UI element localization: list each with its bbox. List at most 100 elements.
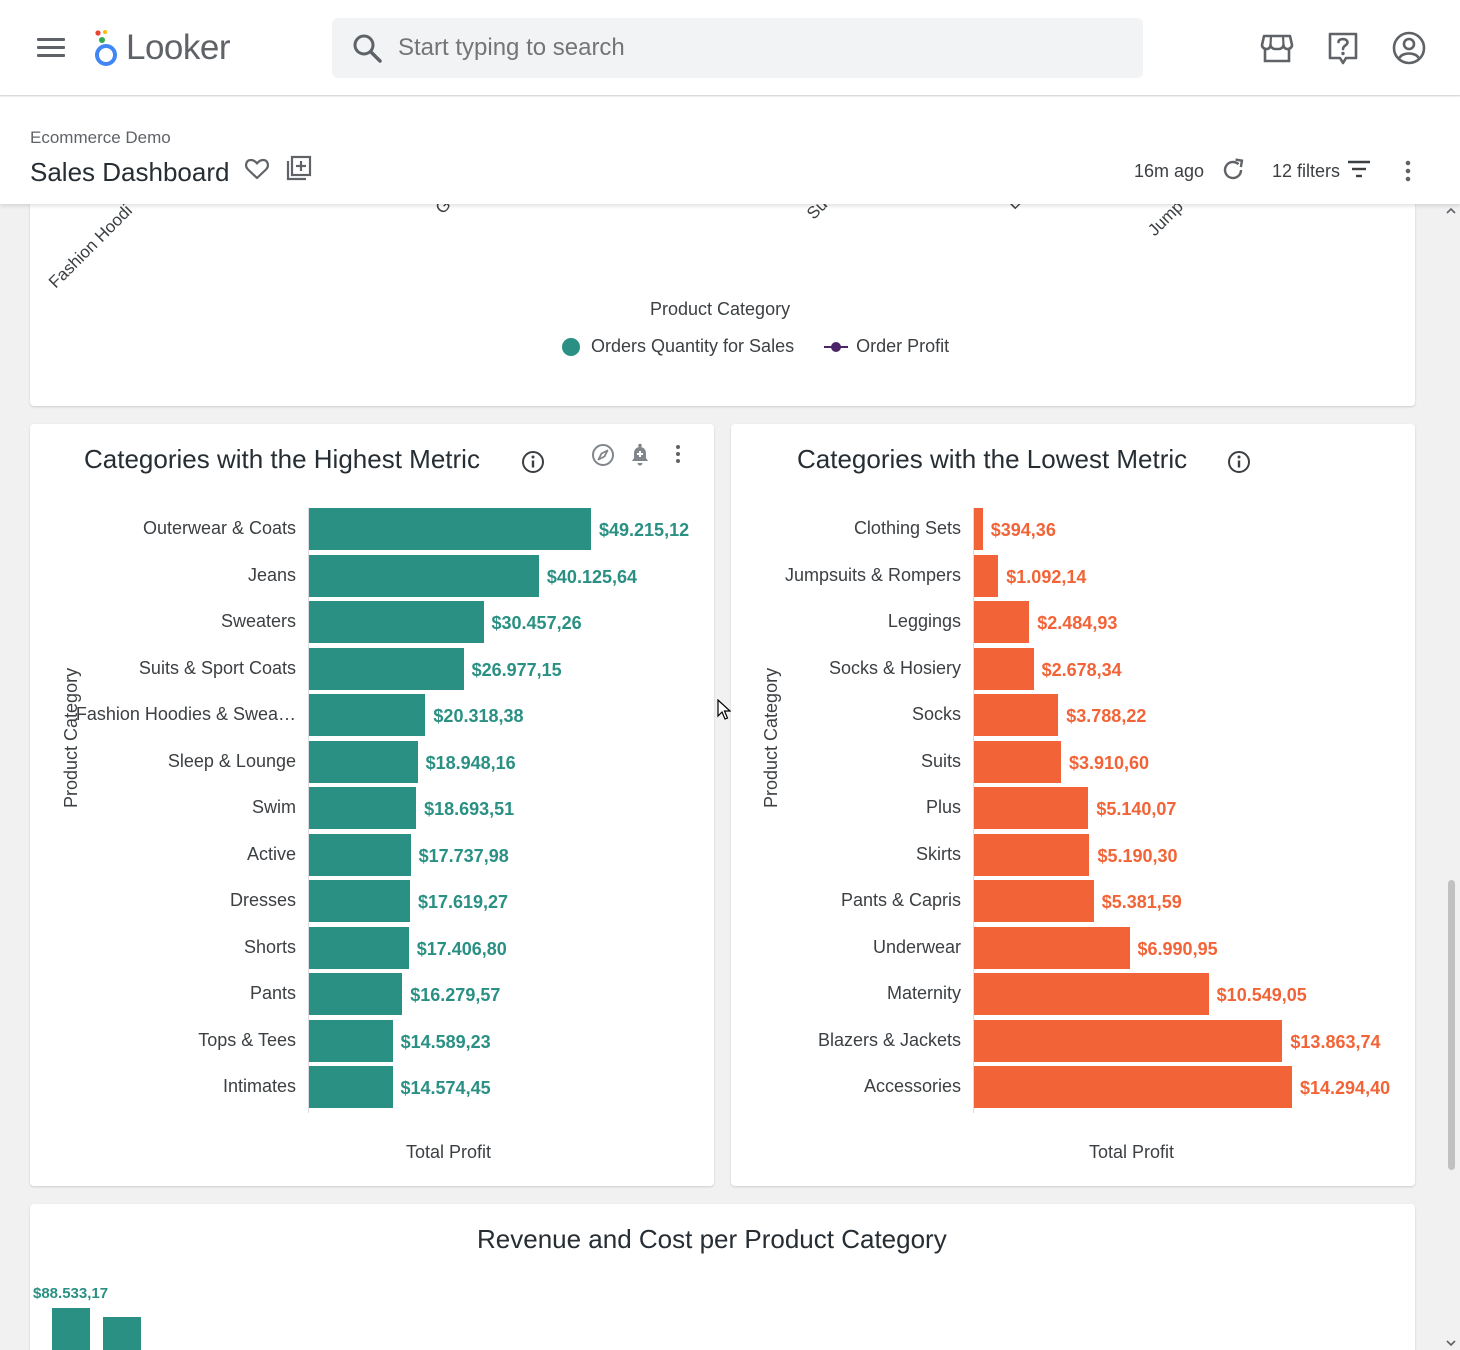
category-label: Accessories: [863, 1076, 961, 1096]
bar[interactable]: [974, 740, 1061, 783]
bar[interactable]: [103, 1317, 141, 1350]
bar[interactable]: [309, 647, 464, 690]
filter-icon[interactable]: [1347, 159, 1371, 184]
bar-value-label: $10.549,05: [1216, 985, 1307, 1005]
top-bar: Looker: [0, 0, 1460, 96]
bar[interactable]: [974, 601, 1030, 643]
bar[interactable]: [974, 647, 1034, 690]
bar[interactable]: [974, 880, 1094, 922]
chart-legend: Orders Quantity for Sales Order Profit: [562, 336, 949, 357]
category-label: Sweaters: [220, 611, 296, 631]
bar-value-label: $13.863,74: [1290, 1031, 1381, 1052]
legend-swatch-profit: [824, 340, 849, 354]
add-to-board-icon[interactable]: [286, 155, 312, 186]
bar-value-label: $3.910,60: [1068, 752, 1150, 773]
bar[interactable]: [309, 601, 484, 643]
category-label: Swim: [252, 797, 296, 817]
bar-value-label: $5.381,59: [1101, 892, 1182, 912]
refresh-icon[interactable]: [1220, 157, 1246, 188]
bar-value-label: $18.948,16: [425, 752, 516, 773]
dashboard-more-icon[interactable]: [1398, 159, 1418, 188]
legend-swatch-quantity: [562, 337, 580, 356]
bar[interactable]: [974, 1019, 1283, 1062]
bar[interactable]: [974, 926, 1130, 969]
bar-value-label: $14.574,45: [400, 1078, 491, 1098]
bar[interactable]: [974, 694, 1059, 736]
category-label: Plus: [925, 797, 961, 817]
bar-value-label: $17.406,80: [416, 938, 507, 959]
bar[interactable]: [309, 740, 418, 783]
bar[interactable]: [974, 787, 1089, 829]
bar[interactable]: [974, 508, 983, 550]
search-input[interactable]: [398, 34, 1098, 62]
category-label: Socks & Hosiery: [828, 657, 961, 678]
bar[interactable]: [309, 694, 426, 736]
bar-value-label: $3.788,22: [1066, 706, 1147, 726]
tile-title: Revenue and Cost per Product Category: [477, 1224, 947, 1254]
help-icon[interactable]: [1325, 30, 1361, 66]
x-axis-title: Product Category: [650, 299, 791, 319]
y-axis-title: Product Category: [61, 667, 81, 808]
category-label: Suits & Sport Coats: [138, 657, 296, 678]
category-label: Clothing Sets: [853, 518, 961, 538]
bar[interactable]: [974, 554, 999, 597]
revenue-cost-tile: Revenue and Cost per Product Category $8…: [30, 1204, 1415, 1350]
last-updated-text: 16m ago: [1134, 161, 1205, 181]
info-icon[interactable]: [1227, 450, 1251, 479]
alert-bell-icon[interactable]: [628, 442, 652, 473]
menu-icon[interactable]: [30, 30, 70, 66]
orders-quantity-profit-tile: Fashion Hoodi G Su L Jump Product Catego…: [30, 190, 1415, 406]
bar[interactable]: [974, 973, 1209, 1015]
search-bar[interactable]: [332, 18, 1143, 78]
scroll-down-arrow-icon[interactable]: [1445, 1338, 1457, 1348]
bar-value-label: $1.092,14: [1006, 566, 1087, 587]
bar-value-label: $17.737,98: [418, 845, 509, 866]
bar[interactable]: [309, 833, 411, 876]
category-label: Shorts: [243, 936, 296, 957]
looker-logo[interactable]: Looker: [92, 26, 231, 70]
page-scrollbar-thumb[interactable]: [1448, 880, 1455, 1170]
tile-title: Categories with the Lowest Metric: [797, 444, 1188, 474]
bar[interactable]: [974, 1066, 1292, 1108]
bar[interactable]: [309, 926, 409, 969]
bar[interactable]: [974, 833, 1090, 876]
explore-compass-icon[interactable]: [591, 443, 615, 472]
bar[interactable]: [309, 554, 539, 597]
info-icon[interactable]: [521, 450, 545, 479]
page-scrollbar[interactable]: [1443, 204, 1460, 1350]
bar-value-label: $18.693,51: [424, 799, 515, 819]
favorite-heart-icon[interactable]: [244, 157, 270, 186]
category-label: Outerwear & Coats: [142, 518, 296, 538]
x-axis-title: Total Profit: [1089, 1142, 1175, 1162]
bar[interactable]: [52, 1308, 90, 1350]
dashboard-header: Ecommerce Demo Sales Dashboard 16m ago 1…: [0, 97, 1460, 204]
account-icon[interactable]: [1391, 30, 1427, 66]
bar[interactable]: [309, 880, 410, 922]
x-axis-title: Total Profit: [406, 1142, 492, 1162]
bar[interactable]: [309, 787, 417, 829]
looker-logo-icon: [95, 30, 117, 66]
category-label: Jeans: [247, 564, 296, 585]
bar-value-label: $20.318,38: [433, 706, 524, 726]
legend-item-quantity[interactable]: Orders Quantity for Sales: [591, 336, 794, 357]
highest-metric-tile: Categories with the Highest Metric Produ…: [30, 424, 714, 1186]
scroll-up-arrow-icon[interactable]: [1445, 206, 1457, 216]
bar-value-label: $2.484,93: [1037, 613, 1118, 633]
bar-value-label: $26.977,15: [471, 659, 562, 680]
bar-value-label: $40.125,64: [546, 566, 637, 587]
bar[interactable]: [309, 973, 403, 1015]
bar-value-label: $88.533,17: [33, 1285, 109, 1302]
category-label: Underwear: [872, 936, 961, 957]
breadcrumb[interactable]: Ecommerce Demo: [30, 128, 171, 148]
logo-text: Looker: [126, 28, 231, 67]
bar[interactable]: [309, 1066, 393, 1108]
bar[interactable]: [309, 508, 591, 550]
bar-value-label: $2.678,34: [1041, 659, 1122, 680]
bar[interactable]: [309, 1019, 393, 1062]
tile-more-icon[interactable]: [669, 444, 687, 471]
marketplace-icon[interactable]: [1259, 30, 1295, 66]
legend-item-profit[interactable]: Order Profit: [856, 336, 949, 357]
category-label: Blazers & Jackets: [817, 1029, 961, 1050]
filters-toggle-label[interactable]: 12 filters: [1272, 161, 1340, 182]
bar-value-label: $17.619,27: [417, 892, 509, 912]
